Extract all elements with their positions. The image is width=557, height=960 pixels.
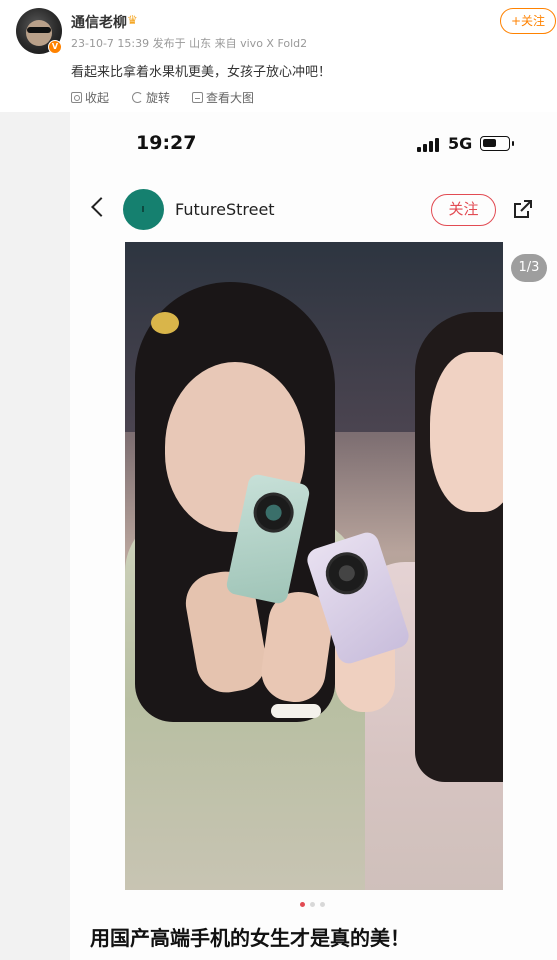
carousel-dot[interactable]: [320, 902, 325, 907]
photo-hair-flower: [151, 312, 179, 334]
account-avatar[interactable]: [123, 189, 164, 230]
carousel-dot[interactable]: [310, 902, 315, 907]
view-large-button[interactable]: 查看大图: [192, 89, 254, 106]
post-meta: 23-10-7 15:39 发布于 山东 来自 vivo X Fold2: [71, 37, 308, 50]
account-follow-button[interactable]: 关注: [431, 194, 496, 226]
crown-icon: ♛: [127, 13, 138, 27]
battery-icon: [480, 136, 514, 151]
post-caption: 用国产高端手机的女生才是真的美！: [90, 926, 410, 950]
carousel-dot[interactable]: [300, 902, 305, 907]
view-large-label: 查看大图: [206, 91, 255, 105]
follow-button[interactable]: +关注: [500, 8, 556, 34]
signal-icon: [417, 138, 441, 152]
avatar-face: [26, 20, 52, 46]
rotate-label: 旋转: [146, 91, 171, 105]
account-name[interactable]: FutureStreet: [175, 200, 275, 219]
post-header: V 通信老柳 ♛ 23-10-7 15:39 发布于 山东 来自 vivo X …: [0, 0, 557, 112]
post-text: 看起来比拿着水果机更美，女孩子放心冲吧！: [71, 65, 332, 80]
rotate-icon: [132, 92, 143, 103]
post-photo[interactable]: [125, 242, 503, 890]
embedded-screenshot[interactable]: 19:27 5G FutureStreet 关注 1/3 用国产高端手机的女生才…: [70, 112, 557, 960]
rotate-button[interactable]: 旋转: [132, 89, 170, 106]
carousel-dots[interactable]: [300, 902, 325, 907]
share-icon[interactable]: [512, 198, 534, 220]
collapse-icon: [71, 92, 82, 103]
collapse-button[interactable]: 收起: [71, 89, 109, 106]
avatar-glasses: [27, 27, 51, 33]
collapse-label: 收起: [85, 91, 110, 105]
network-label: 5G: [448, 134, 473, 153]
page-indicator: 1/3: [511, 254, 547, 282]
image-toolbar: 收起 旋转 查看大图: [0, 82, 557, 112]
back-chevron-icon[interactable]: [88, 194, 110, 222]
status-time: 19:27: [136, 132, 197, 154]
view-large-icon: [192, 92, 203, 103]
verified-badge-icon: V: [48, 40, 62, 54]
photo-bracelet: [271, 704, 321, 718]
author-name[interactable]: 通信老柳: [71, 12, 127, 32]
left-margin: [0, 112, 70, 960]
photo-face-right: [430, 352, 503, 512]
